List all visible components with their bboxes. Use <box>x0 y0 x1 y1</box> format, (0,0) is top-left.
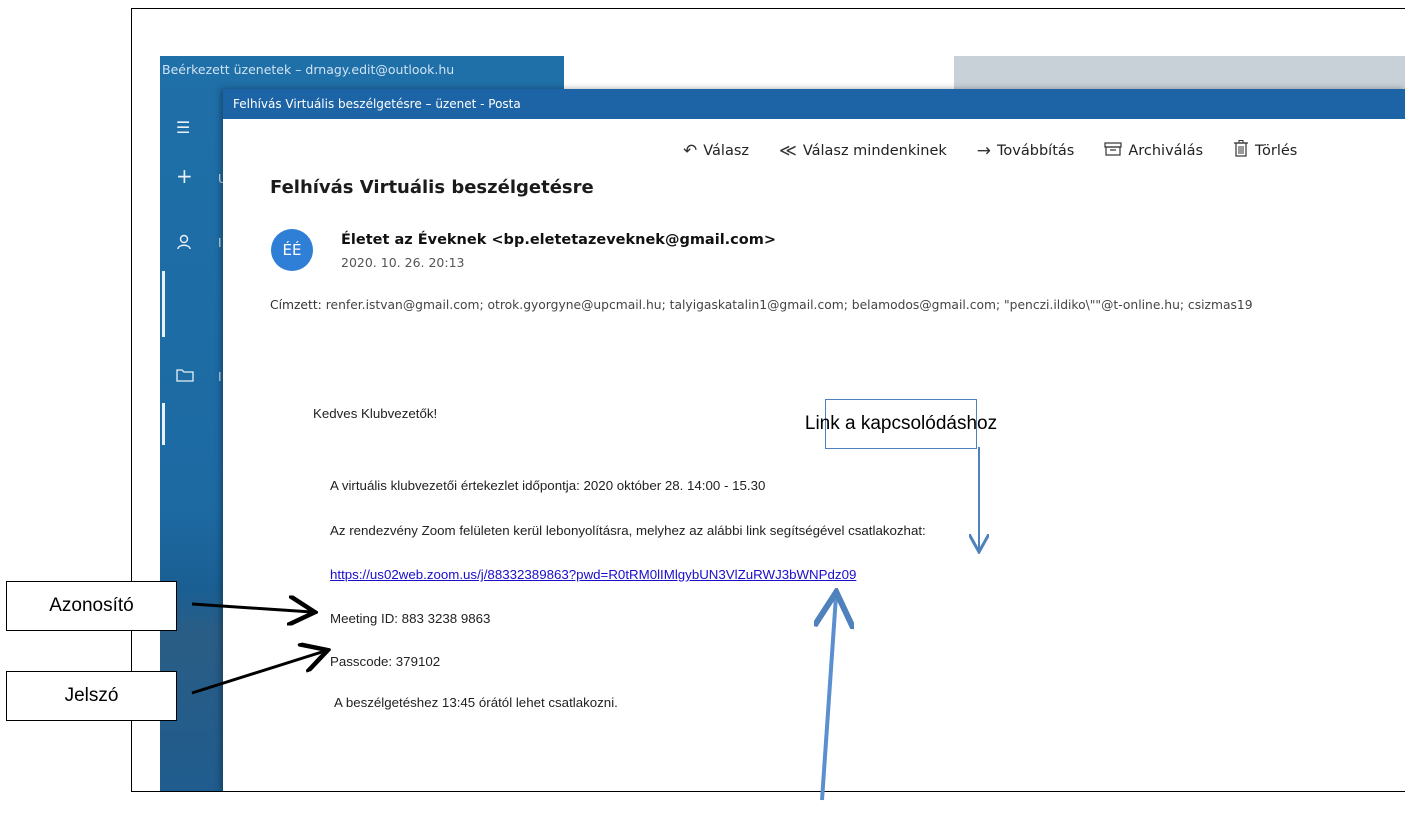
arrow-to-passcode <box>191 651 325 695</box>
arrow-to-link-large <box>822 596 836 801</box>
annotation-arrows <box>191 447 1405 801</box>
arrow-to-meeting-id <box>191 604 312 612</box>
